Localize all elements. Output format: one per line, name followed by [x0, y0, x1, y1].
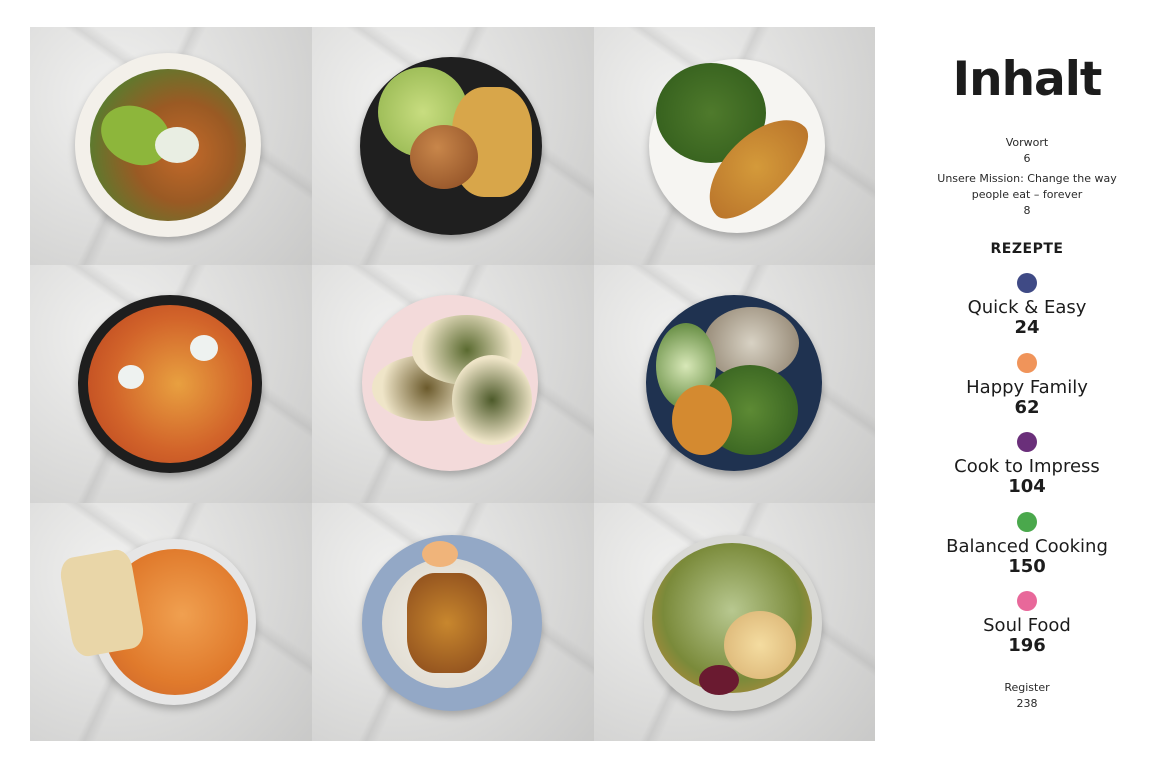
dish-salad-with-camembert — [594, 503, 875, 741]
dish-spaghetti-tomato-bowl — [30, 265, 312, 503]
toc-entry-page: 6 — [1023, 152, 1031, 165]
category-name: Balanced Cooking — [946, 536, 1108, 557]
category-page: 150 — [1008, 556, 1046, 577]
category-happy-family[interactable]: Happy Family 62 — [880, 353, 1174, 418]
camembert — [724, 611, 796, 679]
taco-3 — [452, 355, 532, 445]
category-page: 24 — [1014, 317, 1040, 338]
photo-grid — [30, 27, 875, 741]
crispy-fish — [407, 573, 487, 673]
category-color-dot — [1017, 591, 1037, 611]
toc-entry-label-line2: people eat – forever — [971, 188, 1083, 201]
category-quick-easy[interactable]: Quick & Easy 24 — [880, 273, 1174, 338]
toc-entry-page: 8 — [1023, 204, 1031, 217]
burger-bun — [410, 125, 478, 189]
category-color-dot — [1017, 512, 1037, 532]
toc-entry-label-line1: Unsere Mission: Change the way — [937, 172, 1117, 185]
category-page: 196 — [1008, 635, 1046, 656]
dish-bean-tacos — [312, 265, 594, 503]
section-heading-rezepte: REZEPTE — [990, 241, 1064, 257]
dish-rice-bowl-broccoli — [594, 265, 875, 503]
sweet-potato — [672, 385, 732, 455]
mozzarella — [190, 335, 218, 361]
category-name: Quick & Easy — [967, 297, 1087, 318]
category-name: Soul Food — [983, 615, 1071, 636]
dish-burger-with-wedges — [312, 27, 594, 265]
dish-crispy-fish-rice-plate — [312, 503, 594, 741]
dip — [155, 127, 199, 163]
category-name: Happy Family — [966, 377, 1088, 398]
category-color-dot — [1017, 432, 1037, 452]
mozzarella-2 — [118, 365, 144, 389]
category-color-dot — [1017, 273, 1037, 293]
spaghetti — [88, 305, 252, 463]
toc-entry-register[interactable]: Register 238 — [880, 680, 1174, 712]
dish-sweet-potato-salad-bowl — [30, 27, 312, 265]
page-title: Inhalt — [952, 52, 1103, 107]
category-page: 62 — [1014, 397, 1040, 418]
dish-flatbread-with-salad — [594, 27, 875, 265]
category-page: 104 — [1008, 476, 1046, 497]
toc-entry-mission[interactable]: Unsere Mission: Change the way people ea… — [880, 171, 1174, 219]
category-cook-to-impress[interactable]: Cook to Impress 104 — [880, 432, 1174, 497]
cranberry-sauce — [699, 665, 739, 695]
category-soul-food[interactable]: Soul Food 196 — [880, 591, 1174, 656]
toc-entry-label: Vorwort — [1005, 136, 1049, 149]
sauce — [422, 541, 458, 567]
table-of-contents: Inhalt Vorwort 6 Unsere Mission: Change … — [880, 0, 1174, 768]
category-name: Cook to Impress — [954, 456, 1100, 477]
toc-entry-page: 238 — [1016, 697, 1038, 710]
category-balanced-cooking[interactable]: Balanced Cooking 150 — [880, 512, 1174, 577]
toc-entry-vorwort[interactable]: Vorwort 6 — [880, 135, 1174, 167]
toc-entry-label: Register — [1004, 681, 1050, 694]
dish-curry-soup-with-flatbread — [30, 503, 312, 741]
category-color-dot — [1017, 353, 1037, 373]
